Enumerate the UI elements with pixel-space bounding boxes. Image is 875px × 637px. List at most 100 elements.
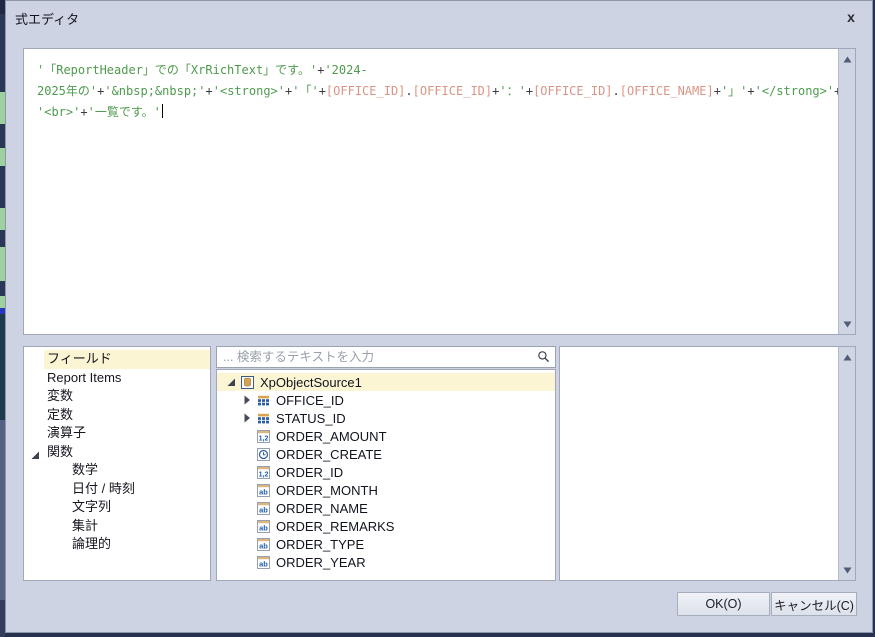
expression-token: '<strong>' [212,84,285,98]
fields-tree: XpObjectSource1 OFFICE_ID STATUS_ID 1,2 ORDE… [216,369,556,581]
expression-token: '「' [292,84,319,98]
tree-item[interactable]: ORDER_CREATE [217,445,555,463]
tree-item[interactable]: XpObjectSource1 [217,373,555,391]
expression-editor-box[interactable]: '「ReportHeader」での「XrRichText」です。'+'2024-… [23,48,856,335]
expression-token: [OFFICE_ID] [412,84,493,98]
expression-text[interactable]: '「ReportHeader」での「XrRichText」です。'+'2024-… [24,49,838,334]
tree-item[interactable]: 1,2 ORDER_ID [217,463,555,481]
tree-item-label: ORDER_AMOUNT [276,428,387,444]
table-icon [257,394,270,407]
svg-text:1,2: 1,2 [259,435,269,442]
ok-button[interactable]: OK(O) [677,592,770,616]
tree-item[interactable]: 1,2 ORDER_AMOUNT [217,427,555,445]
expression-token: . [405,84,413,98]
scroll-up-arrow-icon[interactable] [839,349,855,365]
tree-item-label: XpObjectSource1 [260,374,362,390]
category-label: 文字列 [72,499,112,514]
close-icon[interactable]: x [842,8,860,26]
tree-item[interactable]: OFFICE_ID [217,391,555,409]
category-label: フィールド [47,351,112,366]
category-label: 関数 [47,443,74,459]
tree-item[interactable]: ab ORDER_YEAR [217,553,555,571]
tree-item-label: STATUS_ID [276,410,346,426]
tree-item[interactable]: STATUS_ID [217,409,555,427]
expanded-arrow-icon[interactable] [30,447,40,459]
category-list: フィールド Report Items 変数定数演算子関数数学日付 / 時刻 文字列集計… [23,346,211,581]
tree-item-label: ORDER_NAME [276,500,368,516]
table-icon [257,412,270,425]
category-item[interactable]: Report Items [44,369,210,388]
number-icon: 1,2 [257,465,270,479]
tree-item-label: ORDER_MONTH [276,482,378,498]
scroll-down-arrow-icon[interactable] [839,316,855,332]
category-item[interactable]: 関数 [31,443,210,462]
datetime-icon [257,447,270,461]
category-label: 定数 [47,406,74,422]
category-item[interactable]: 集計 [44,517,210,536]
search-icon[interactable] [537,350,551,364]
category-item[interactable]: 演算子 [44,424,210,443]
scroll-down-arrow-icon[interactable] [839,562,855,578]
category-item[interactable]: 日付 / 時刻 [44,480,210,499]
expression-token: . [612,84,620,98]
text-icon: ab [257,501,270,515]
tree-item-label: ORDER_TYPE [276,536,365,552]
text-icon: ab [257,483,270,497]
category-item[interactable]: フィールド [44,350,210,369]
category-label: 変数 [47,388,74,403]
tree-item[interactable]: ab ORDER_NAME [217,499,555,517]
category-label: 集計 [72,517,99,533]
expression-token: ' [518,84,526,98]
expression-line: '「ReportHeader」での「XrRichText」です。'+'2024- [37,60,834,81]
expression-token: [OFFICE_ID] [325,84,406,98]
text-caret [161,104,164,118]
category-item[interactable]: 定数 [44,406,210,425]
category-item[interactable]: 数学 [44,461,210,480]
search-input[interactable] [216,346,556,368]
expression-token: '一覧です。' [87,105,161,119]
collapsed-arrow-icon[interactable] [242,412,257,424]
expression-token: '： [499,84,519,98]
expression-token: + [318,84,326,98]
tree-item-label: ORDER_REMARKS [276,518,395,534]
expression-token: + [525,84,534,98]
description-scrollbar[interactable] [838,347,855,580]
expression-token: '&nbsp;&nbsp;' [104,84,206,98]
expression-editor-dialog: 式エディタ x '「ReportHeader」での「XrRichText」です。… [5,0,873,633]
svg-text:ab: ab [259,505,268,514]
expression-token: '<br>' [37,105,81,119]
text-icon: ab [257,537,270,551]
expression-token: '</strong>' [754,84,835,98]
collapsed-arrow-icon[interactable] [242,394,257,406]
expression-scrollbar[interactable] [838,49,855,334]
database-icon [241,375,254,389]
number-icon: 1,2 [257,429,270,443]
expression-token: + [205,84,213,98]
expression-token: 2025年の' [37,84,98,98]
category-label: 演算子 [47,425,87,440]
svg-text:ab: ab [259,541,268,550]
expression-token: + [713,84,721,98]
category-item[interactable]: 論理的 [44,535,210,554]
text-icon: ab [257,555,270,569]
tree-item[interactable]: ab ORDER_TYPE [217,535,555,553]
expression-token: '2024- [324,63,368,77]
category-label: 数学 [72,462,99,477]
search-box [216,346,556,368]
scroll-up-arrow-icon[interactable] [839,51,855,67]
tree-item[interactable]: ab ORDER_MONTH [217,481,555,499]
expression-token: + [80,105,88,119]
category-item[interactable]: 変数 [44,387,210,406]
category-item[interactable]: 文字列 [44,498,210,517]
category-label: Report Items [47,369,122,385]
expanded-arrow-icon[interactable] [226,376,241,388]
cancel-button[interactable]: キャンセル(C) [771,592,857,616]
tree-item[interactable]: ab ORDER_REMARKS [217,517,555,535]
